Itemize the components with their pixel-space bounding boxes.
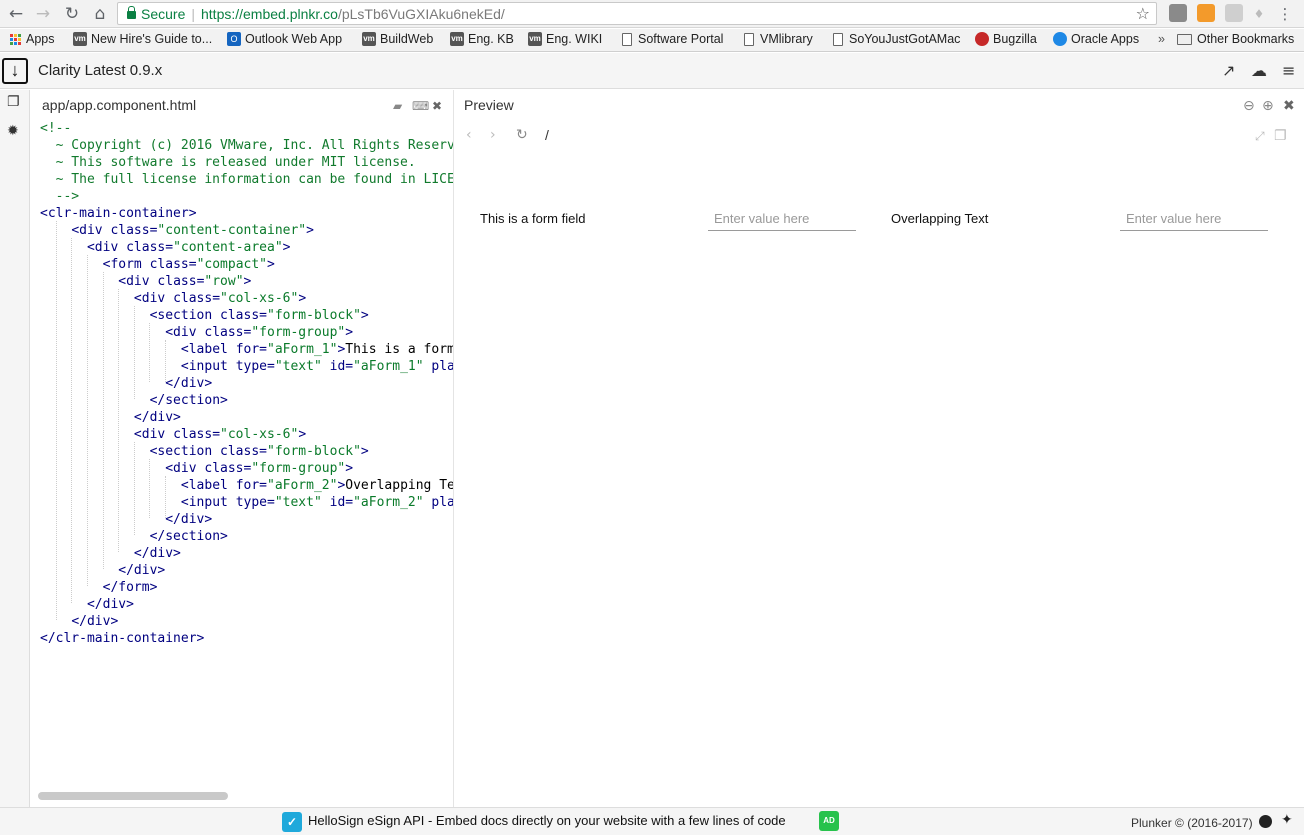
bookmark-new-hire-guide[interactable]: vm New Hire's Guide to... (73, 32, 212, 46)
bookmark-software-portal[interactable]: Software Portal (622, 32, 723, 46)
bookmark-label: Oracle Apps (1071, 32, 1140, 46)
keyboard-icon[interactable]: ⌨ (412, 99, 429, 113)
close-icon[interactable]: ✖ (1283, 98, 1295, 114)
extension-icon[interactable] (1225, 4, 1243, 22)
bookmark-bugzilla[interactable]: Bugzilla (975, 32, 1037, 46)
code-content: <!-- ~ Copyright (c) 2016 VMware, Inc. A… (40, 121, 453, 646)
footer-bar: ✓ HelloSign eSign API - Embed docs direc… (0, 807, 1304, 835)
bookmark-label: Apps (26, 32, 55, 46)
lock-icon (127, 5, 136, 19)
close-icon[interactable]: ✖ (432, 99, 442, 113)
bookmark-soyoujustgotamac[interactable]: SoYouJustGotAMac (833, 32, 960, 46)
back-arrow-icon[interactable]: ‹ (466, 127, 472, 143)
other-bookmarks-folder[interactable]: Other Bookmarks (1177, 32, 1294, 46)
extension-icon[interactable] (1197, 4, 1215, 22)
cloud-download-icon[interactable]: ☁ (1251, 61, 1267, 80)
plunk-title: Clarity Latest 0.9.x (38, 62, 163, 79)
bookmark-apps[interactable]: Apps (10, 32, 55, 46)
form-label-2: Overlapping Text (891, 211, 989, 226)
url-path: /pLsTb6VuGXIAku6nekEd/ (337, 5, 505, 22)
copy-icon[interactable]: ❐ (1274, 128, 1287, 144)
zoom-in-icon[interactable]: ⊕ (1262, 98, 1274, 114)
vm-icon: vm (362, 32, 376, 46)
ad-text[interactable]: HelloSign eSign API - Embed docs directl… (308, 813, 786, 828)
bookmarks-overflow-button[interactable]: » (1158, 32, 1165, 46)
forward-arrow-icon[interactable]: › (490, 127, 496, 143)
page-icon (833, 32, 843, 46)
hellosign-logo-icon[interactable]: ✓ (282, 812, 302, 832)
preview-path: / (545, 127, 549, 143)
apps-grid-icon (10, 33, 21, 45)
refresh-icon[interactable]: ↻ (516, 127, 528, 143)
bookmark-label: Outlook Web App (245, 32, 343, 46)
bugzilla-icon (975, 32, 989, 46)
preview-title: Preview (464, 97, 514, 113)
book-icon[interactable]: ▰ (393, 99, 402, 113)
ad-badge: AD (819, 811, 839, 831)
form-input-1[interactable] (708, 206, 856, 231)
extension-icon[interactable]: ♦ (1252, 3, 1266, 25)
page-icon (744, 32, 754, 46)
browser-toolbar: ← → ↻ ⌂ Secure | https://embed.plnkr.co /… (0, 0, 1304, 28)
twitter-icon[interactable]: ✦ (1281, 812, 1293, 828)
files-icon[interactable]: ❐ (7, 94, 20, 110)
form-input-2[interactable] (1120, 206, 1268, 231)
address-bar[interactable]: Secure | https://embed.plnkr.co/pLsTb6Vu… (117, 2, 1157, 25)
vm-icon: vm (450, 32, 464, 46)
bookmark-outlook[interactable]: O Outlook Web App (227, 32, 342, 46)
zoom-out-icon[interactable]: ⊖ (1243, 98, 1255, 114)
extension-icon[interactable] (1169, 4, 1187, 22)
url-host: https://embed.plnkr.co (201, 5, 338, 22)
bookmark-eng-wiki[interactable]: vm Eng. WIKI (528, 32, 602, 46)
horizontal-scrollbar[interactable] (38, 792, 228, 800)
editor-filename: app/app.component.html (42, 97, 197, 113)
back-arrow-icon[interactable]: ← (5, 3, 27, 25)
forward-arrow-icon[interactable]: → (32, 3, 54, 25)
folder-icon (1177, 33, 1192, 45)
bookmark-label: Other Bookmarks (1197, 32, 1295, 46)
bookmark-label: Eng. WIKI (546, 32, 603, 46)
bookmark-label: Bugzilla (993, 32, 1037, 46)
bookmark-vmlibrary[interactable]: VMlibrary (744, 32, 813, 46)
bookmark-label: Software Portal (638, 32, 724, 46)
bookmark-buildweb[interactable]: vm BuildWeb (362, 32, 433, 46)
code-editor[interactable]: app/app.component.html ▰ ⌨ ✖ <!-- ~ Copy… (31, 90, 453, 807)
page-icon (622, 32, 632, 46)
plunker-logo-icon[interactable]: ↓ (2, 58, 28, 84)
copyright-text: Plunker © (2016-2017) (1131, 816, 1253, 830)
vm-icon: vm (73, 32, 87, 46)
oracle-icon (1053, 32, 1067, 46)
menu-kebab-icon[interactable]: ⋮ (1277, 3, 1293, 25)
bookmarks-bar: Apps vm New Hire's Guide to... O Outlook… (0, 29, 1304, 52)
bookmark-label: New Hire's Guide to... (91, 32, 213, 46)
secure-label: Secure (141, 5, 186, 22)
bookmark-eng-kb[interactable]: vm Eng. KB (450, 32, 514, 46)
hamburger-menu-icon[interactable]: ≡ (1282, 61, 1295, 80)
plunker-header: ↓ Clarity Latest 0.9.x ↗ ☁ ≡ (0, 53, 1304, 89)
bookmark-label: BuildWeb (380, 32, 434, 46)
form-label-1: This is a form field (480, 211, 586, 226)
outlook-icon: O (227, 32, 241, 46)
bookmark-label: VMlibrary (760, 32, 813, 46)
gear-icon[interactable]: ✹ (7, 123, 19, 139)
bookmark-oracle-apps[interactable]: Oracle Apps (1053, 32, 1139, 46)
address-separator: | (191, 5, 195, 22)
vm-icon: vm (528, 32, 542, 46)
home-icon[interactable]: ⌂ (89, 3, 111, 25)
bookmark-label: SoYouJustGotAMac (849, 32, 961, 46)
left-sidebar: ❐ ✹ (0, 90, 30, 807)
github-icon[interactable] (1259, 815, 1272, 828)
bookmark-label: Eng. KB (468, 32, 514, 46)
preview-pane: Preview ⊖ ⊕ ✖ ‹ › ↻ / ⤢ ❐ This is a form… (453, 90, 1304, 807)
open-external-icon[interactable]: ↗ (1222, 61, 1235, 80)
expand-icon[interactable]: ⤢ (1255, 129, 1265, 144)
star-bookmark-icon[interactable]: ☆ (1136, 4, 1150, 23)
reload-icon[interactable]: ↻ (61, 3, 83, 25)
